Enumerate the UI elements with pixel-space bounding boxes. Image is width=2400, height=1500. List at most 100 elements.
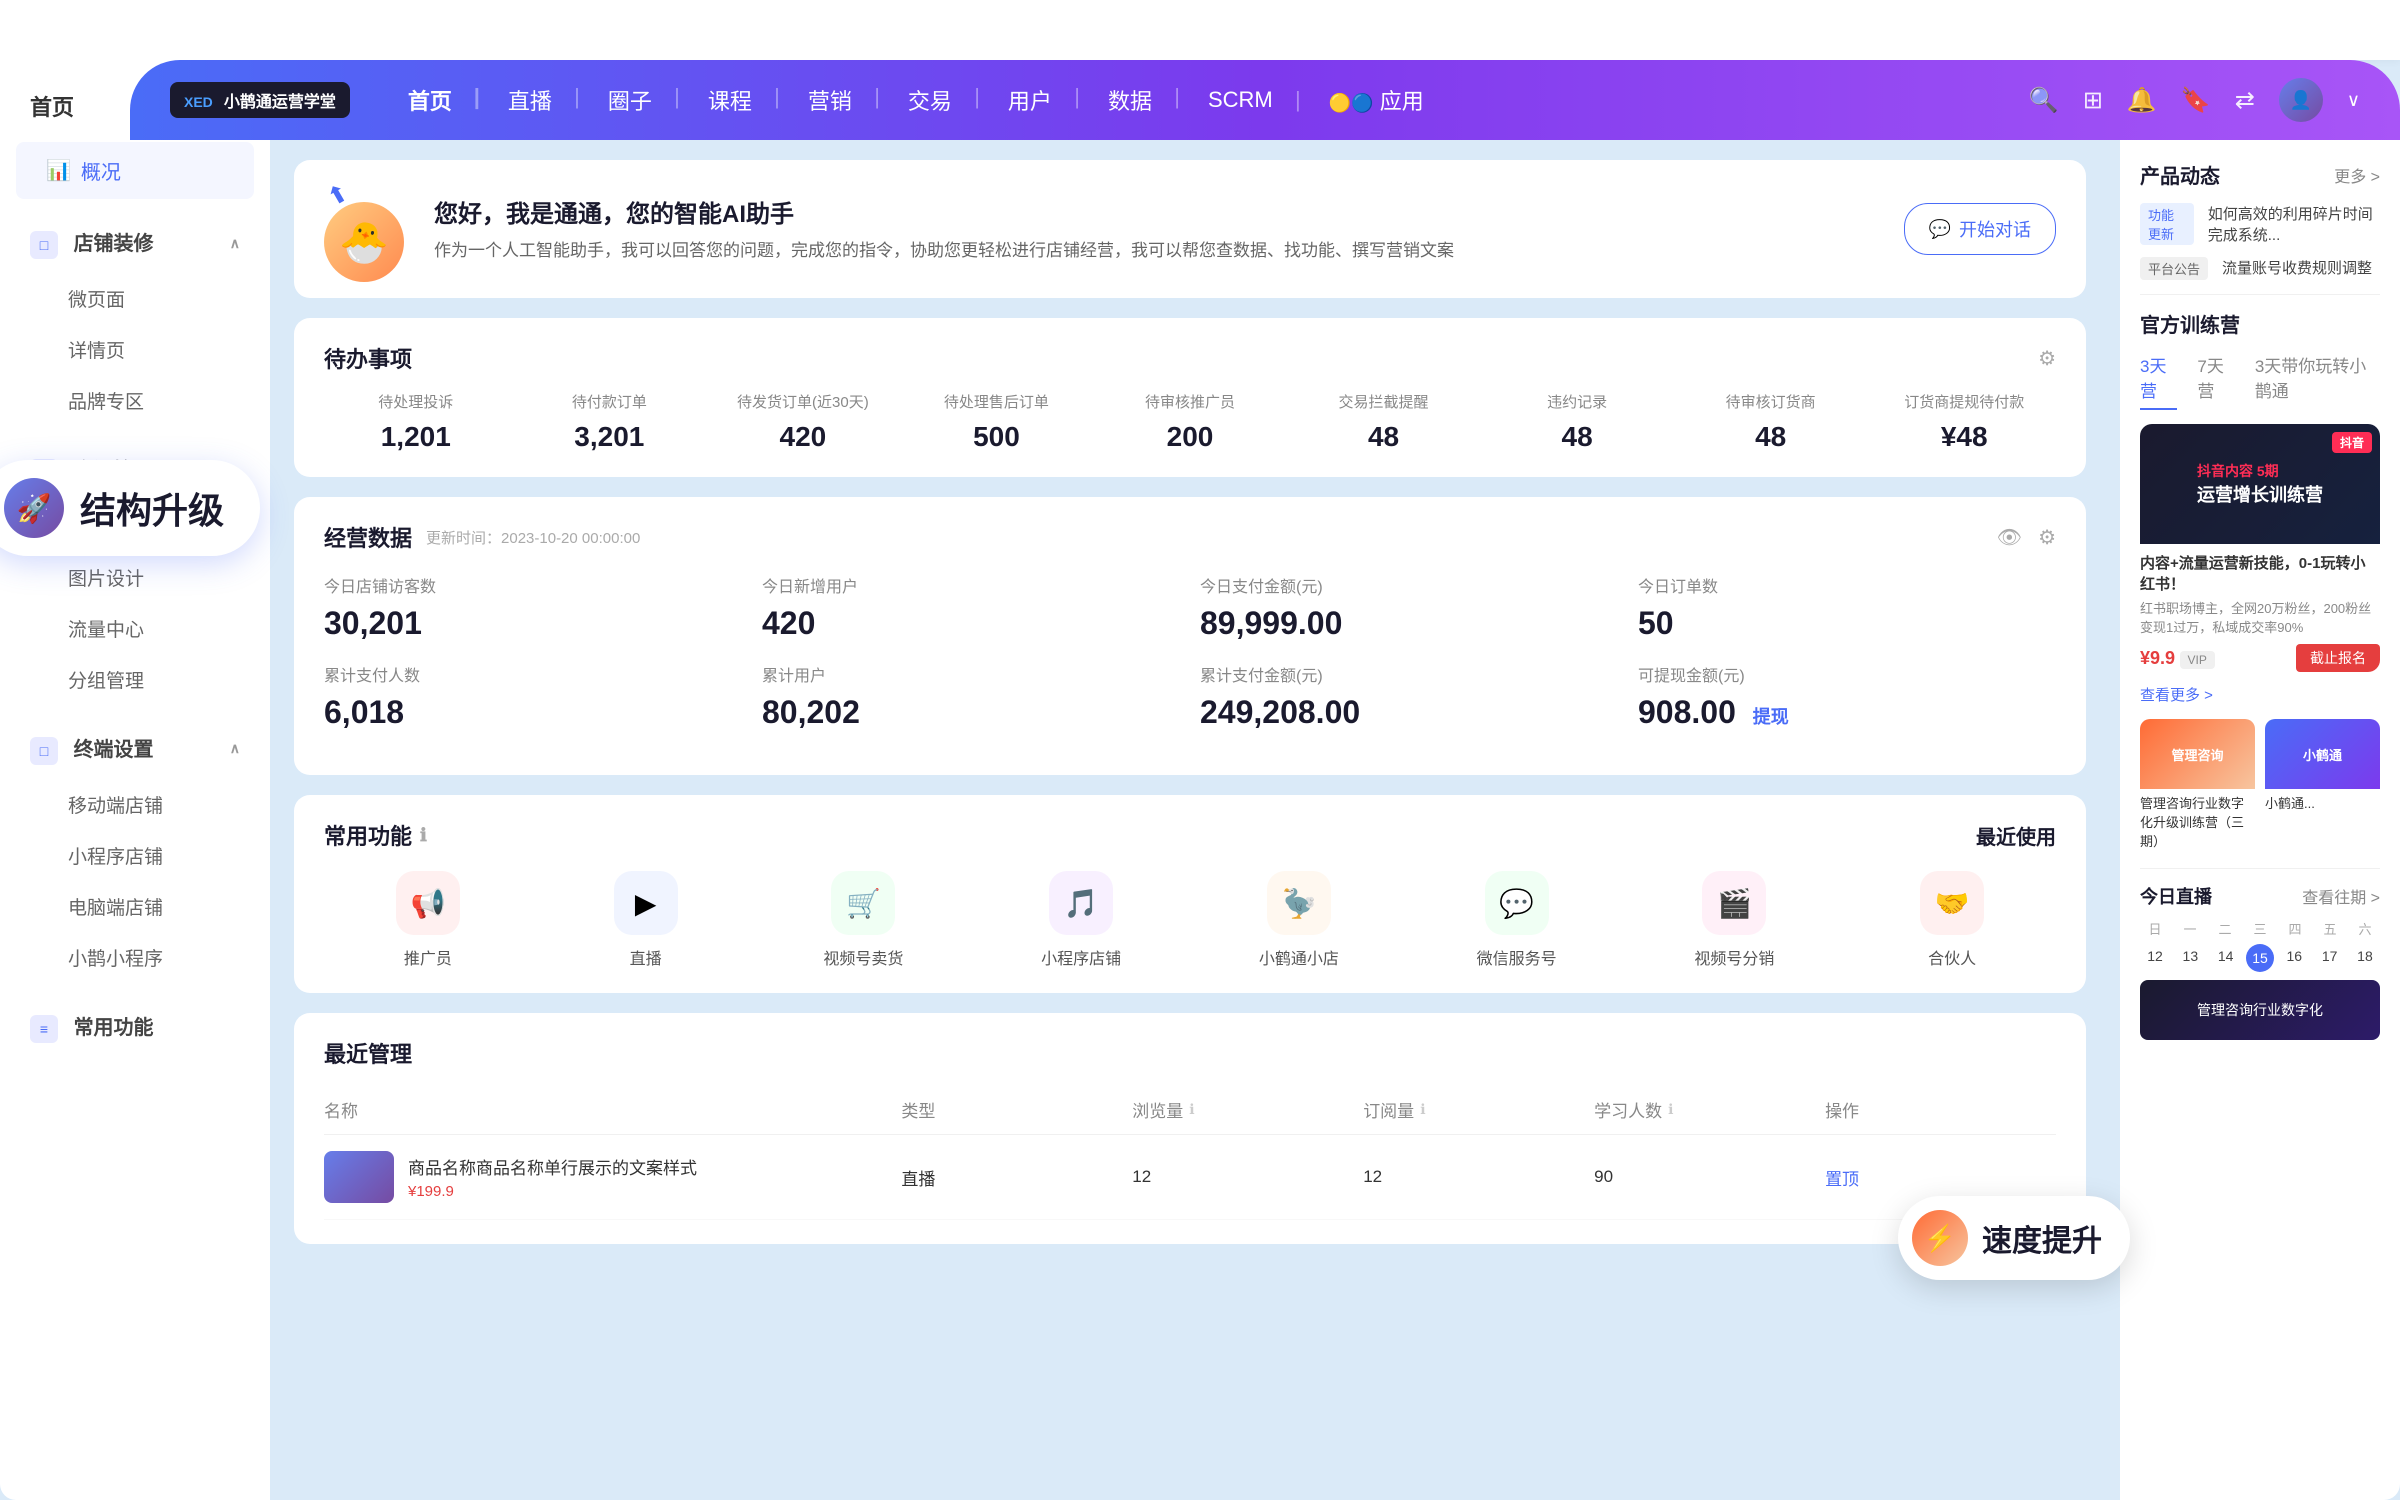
shop-decoration-icon: □ [30, 231, 58, 259]
search-icon[interactable]: 🔍 [2029, 86, 2059, 115]
todo-item-promoter[interactable]: 待审核推广员 200 [1098, 392, 1282, 453]
training-tab-xiaoque[interactable]: 3天带你玩转小鹊通 [2255, 352, 2380, 410]
todo-item-complaint[interactable]: 待处理投诉 1,201 [324, 392, 508, 453]
cal-day-13[interactable]: 13 [2175, 944, 2205, 972]
sidebar-item-miniprogram[interactable]: 小鹊小程序 [0, 932, 270, 983]
cal-day-12[interactable]: 12 [2140, 944, 2170, 972]
visibility-icon[interactable]: 👁 [1997, 525, 2022, 550]
func-live[interactable]: ▶ 直播 [542, 871, 750, 969]
sidebar-section-terminal-title[interactable]: □ 终端设置 ∧ [0, 719, 270, 779]
bell-icon[interactable]: 🔔 [2127, 86, 2157, 115]
stats-update-time: 更新时间：2023-10-20 00:00:00 [426, 527, 640, 548]
window-icon[interactable]: ⊞ [2083, 86, 2103, 115]
func-partner[interactable]: 🤝 合伙人 [1848, 871, 2056, 969]
sidebar-item-detail[interactable]: 详情页 [0, 324, 270, 375]
todo-item-ship[interactable]: 待发货订单(近30天) 420 [711, 392, 895, 453]
func-xiaoque-shop[interactable]: 🦤 小鹤通小店 [1195, 871, 1403, 969]
nav-item-scrm[interactable]: SCRM [1180, 87, 1301, 113]
cal-day-15-today[interactable]: 15 [2246, 944, 2274, 972]
logo-area[interactable]: XED 小鹊通运营学堂 [170, 82, 350, 118]
todo-item-violation[interactable]: 违约记录 48 [1485, 392, 1669, 453]
sidebar-item-overview[interactable]: 📊 概况 [16, 142, 254, 199]
cal-day-14[interactable]: 14 [2211, 944, 2241, 972]
todo-item-payment[interactable]: 待付款订单 3,201 [518, 392, 702, 453]
func-video-distribution[interactable]: 🎬 视频号分销 [1631, 871, 1839, 969]
todo-header: 待办事项 ⚙ [324, 342, 2056, 374]
nav-item-marketing[interactable]: 营销 [780, 84, 880, 116]
todo-grid: 待处理投诉 1,201 待付款订单 3,201 待发货订单(近30天) 420 … [324, 392, 2056, 453]
sidebar-item-image-design[interactable]: 图片设计 [0, 552, 270, 603]
nav-item-course[interactable]: 课程 [680, 84, 780, 116]
todo-item-merchant-pay[interactable]: 订货商提规待付款 ¥48 [1872, 392, 2056, 453]
sidebar-item-group[interactable]: 分组管理 [0, 654, 270, 705]
product-updates-more[interactable]: 更多 > [2334, 163, 2380, 187]
speed-badge[interactable]: ⚡ 速度提升 [1898, 1196, 2130, 1280]
ai-chat-button[interactable]: 💬 开始对话 [1904, 203, 2056, 255]
see-more-link[interactable]: 查看更多 > [2140, 684, 2380, 705]
calendar-days: 12 13 14 15 16 17 18 [2140, 944, 2380, 972]
live-content: 管理咨询行业数字化 [2140, 980, 2380, 1040]
stats-new-users: 今日新增用户 420 [762, 573, 1180, 642]
row-type: 直播 [901, 1165, 1132, 1190]
todo-item-after-sale[interactable]: 待处理售后订单 500 [905, 392, 1089, 453]
sidebar-item-mobile-shop[interactable]: 移动端店铺 [0, 779, 270, 830]
chevron-up-icon: ∧ [230, 235, 240, 252]
cal-day-16[interactable]: 16 [2279, 944, 2309, 972]
withdraw-link[interactable]: 提现 [1753, 707, 1789, 727]
func-miniprogram-shop[interactable]: 🎵 小程序店铺 [977, 871, 1185, 969]
bookmark-icon[interactable]: 🔖 [2181, 86, 2211, 115]
stats-total-payers: 累计支付人数 6,018 [324, 662, 742, 731]
todo-item-merchant[interactable]: 待审核订货商 48 [1679, 392, 1863, 453]
info-icon: ℹ [420, 825, 427, 846]
func-grid: 📢 推广员 ▶ 直播 🛒 视频号卖货 🎵 小程序店铺 🦤 小鹤通小店 💬 [324, 871, 2056, 969]
sidebar-item-micropage[interactable]: 微页面 [0, 273, 270, 324]
product-update-item-0[interactable]: 功能更新 如何高效的利用碎片时间完成系统... [2140, 203, 2380, 245]
video-distribution-icon: 🎬 [1702, 871, 1766, 935]
func-wechat-service[interactable]: 💬 微信服务号 [1413, 871, 1621, 969]
recent-manage-title: 最近管理 [324, 1037, 2056, 1069]
cal-day-17[interactable]: 17 [2315, 944, 2345, 972]
training-sub: 红书职场博主，全网20万粉丝，200粉丝变现1过万，私域成交率90% [2140, 598, 2380, 636]
stats-title: 经营数据 [324, 521, 412, 553]
nav-item-app[interactable]: 🟡🔵 应用 [1301, 84, 1452, 116]
nav-item-live[interactable]: 直播 [480, 84, 580, 116]
register-button[interactable]: 截止报名 [2296, 644, 2380, 672]
sidebar-item-traffic[interactable]: 流量中心 [0, 603, 270, 654]
upgrade-badge[interactable]: 🚀 结构升级 [0, 460, 260, 556]
training-thumb-cards: 管理咨询 管理咨询行业数字化升级训练营（三期） 小鹤通 小鹤通... [2140, 719, 2380, 854]
settings-icon[interactable]: ⚙ [2038, 525, 2056, 550]
col-name: 名称 [324, 1097, 901, 1122]
avatar[interactable]: 👤 [2279, 78, 2323, 122]
training-tab-3day[interactable]: 3天营 [2140, 352, 2177, 410]
nav-item-circle[interactable]: 圈子 [580, 84, 680, 116]
training-tab-7day[interactable]: 7天营 [2197, 352, 2234, 410]
stats-grid-1: 今日店铺访客数 30,201 今日新增用户 420 今日支付金额(元) 89,9… [324, 573, 2056, 642]
nav-item-trade[interactable]: 交易 [880, 84, 980, 116]
product-update-item-1[interactable]: 平台公告 流量账号收费规则调整 [2140, 257, 2380, 280]
calendar-headers: 日 一 二 三 四 五 六 [2140, 919, 2380, 938]
live-more-link[interactable]: 查看往期 > [2302, 884, 2380, 908]
todo-settings-icon[interactable]: ⚙ [2038, 346, 2056, 371]
thumb-card-1[interactable]: 小鹤通 小鹤通... [2265, 719, 2380, 854]
todo-item-intercept[interactable]: 交易拦截提醒 48 [1292, 392, 1476, 453]
sidebar-item-pc-shop[interactable]: 电脑端店铺 [0, 881, 270, 932]
nav-item-data[interactable]: 数据 [1080, 84, 1180, 116]
top-action-button[interactable]: 置顶 [1825, 1170, 1859, 1189]
sidebar-section-common-title[interactable]: ≡ 常用功能 [0, 997, 270, 1057]
func-video-sell[interactable]: 🛒 视频号卖货 [760, 871, 968, 969]
sidebar-section-shop-title[interactable]: □ 店铺装修 ∧ [0, 213, 270, 273]
cal-day-18[interactable]: 18 [2350, 944, 2380, 972]
avatar-chevron-icon[interactable]: ∨ [2347, 90, 2360, 111]
func-promoter[interactable]: 📢 推广员 [324, 871, 532, 969]
sync-icon[interactable]: ⇄ [2235, 86, 2255, 115]
common-func-icon: ≡ [30, 1015, 58, 1043]
nav-item-user[interactable]: 用户 [980, 84, 1080, 116]
thumb-card-0[interactable]: 管理咨询 管理咨询行业数字化升级训练营（三期） [2140, 719, 2255, 854]
wechat-service-icon: 💬 [1485, 871, 1549, 935]
sidebar-item-brand[interactable]: 品牌专区 [0, 375, 270, 426]
nav-item-home[interactable]: 首页 [380, 84, 480, 116]
xiaoque-shop-icon: 🦤 [1267, 871, 1331, 935]
sidebar-item-miniprogram-shop[interactable]: 小程序店铺 [0, 830, 270, 881]
thumb-image-0: 管理咨询 [2140, 719, 2255, 789]
live-icon: ▶ [614, 871, 678, 935]
